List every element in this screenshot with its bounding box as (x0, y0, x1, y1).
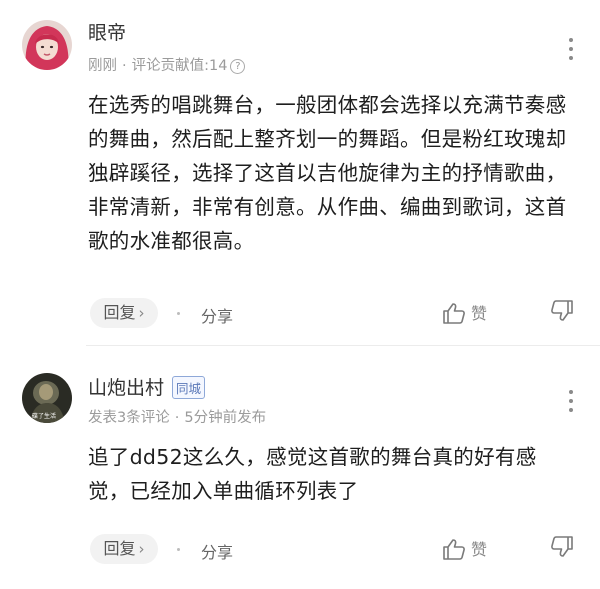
thumbs-up-icon (443, 539, 465, 560)
chevron-right-icon: › (138, 540, 145, 558)
comment-actions: 回复 › 分享 赞 (88, 298, 580, 330)
reply-button[interactable]: 回复 › (90, 534, 158, 564)
thumbs-down-icon (551, 536, 573, 557)
dislike-button[interactable] (550, 300, 574, 326)
comment-item: 眼帝 刚刚 · 评论贡献值:14? 在选秀的唱跳舞台，一般团体都会选择以充满节奏感的… (0, 0, 600, 344)
actions-separator (177, 548, 180, 551)
username[interactable]: 山炮出村 (88, 373, 164, 400)
avatar-caption: 碟了生活 (32, 412, 56, 420)
comment-text: 追了dd52这么久，感觉这首歌的舞台真的好有感觉，已经加入单曲循环列表了 (88, 445, 537, 503)
comment-divider (86, 345, 600, 346)
comment-time: 5分钟前发布 (184, 410, 267, 426)
like-button[interactable]: 赞 (442, 536, 487, 560)
more-vertical-icon[interactable] (568, 390, 574, 417)
comment-item: 碟了生活 山炮出村 同城 发表3条评论 · 5分钟前发布 追了dd52这么久，感觉这… (0, 356, 600, 589)
comment-count: 发表3条评论 (88, 410, 170, 426)
avatar-image (22, 20, 72, 70)
like-button[interactable]: 赞 (442, 300, 487, 324)
comment-time: 刚刚 (88, 58, 117, 74)
dislike-button[interactable] (550, 536, 574, 562)
meta-separator: · (174, 410, 180, 426)
contribution-score: 评论贡献值:14 (131, 58, 228, 74)
comment-meta: 刚刚 · 评论贡献值:14? (88, 54, 246, 75)
avatar-image: 碟了生活 (22, 373, 72, 423)
username[interactable]: 眼帝 (88, 18, 126, 45)
comment-text: 在选秀的唱跳舞台，一般团体都会选择以充满节奏感的舞曲，然后配上整齐划一的舞蹈。但… (88, 93, 567, 253)
like-label: 赞 (471, 540, 488, 559)
avatar[interactable]: 碟了生活 (22, 373, 72, 423)
meta-separator: · (122, 58, 127, 74)
more-vertical-icon[interactable] (568, 38, 574, 65)
chevron-right-icon: › (138, 304, 145, 322)
like-label: 赞 (471, 304, 488, 323)
location-badge: 同城 (172, 376, 206, 399)
reply-label: 回复 (103, 539, 136, 558)
reply-label: 回复 (103, 303, 136, 322)
thumbs-up-icon (443, 303, 465, 324)
actions-separator (177, 312, 180, 315)
info-icon[interactable]: ? (230, 59, 246, 74)
comment-meta: 发表3条评论 · 5分钟前发布 (88, 406, 266, 427)
reply-button[interactable]: 回复 › (90, 298, 158, 328)
share-button[interactable]: 分享 (201, 303, 233, 327)
share-button[interactable]: 分享 (201, 539, 233, 563)
thumbs-down-icon (551, 300, 573, 321)
avatar[interactable] (22, 20, 72, 70)
comment-actions: 回复 › 分享 赞 (88, 534, 580, 566)
